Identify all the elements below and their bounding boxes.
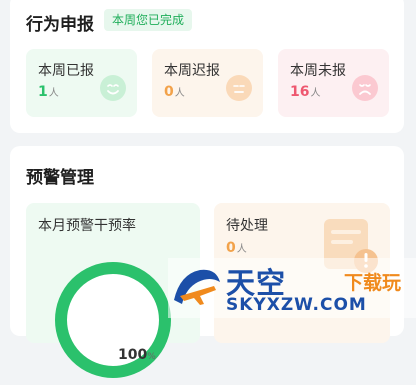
stat-late-label: 本周迟报 [164, 63, 220, 79]
stat-reported[interactable]: 本周已报 1人 [26, 49, 137, 117]
site-watermark: 天空 下载玩 SKYXZW.COM [168, 258, 416, 318]
watermark-url: SKYXZW.COM [226, 295, 367, 315]
completed-badge: 本周您已完成 [104, 9, 193, 31]
behavior-report-title: 行为申报 [26, 15, 94, 35]
stat-reported-label: 本周已报 [38, 63, 94, 79]
smile-face-icon [100, 75, 126, 101]
stat-unreported-value: 16人 [290, 84, 321, 100]
stat-reported-value: 1人 [38, 84, 59, 100]
stat-unreported-label: 本周未报 [290, 63, 346, 79]
intervention-rate-gauge [55, 262, 171, 378]
stat-unreported[interactable]: 本周未报 16人 [278, 49, 389, 117]
warning-management-title: 预警管理 [26, 168, 94, 188]
sad-face-icon [352, 75, 378, 101]
neutral-face-icon [226, 75, 252, 101]
behavior-report-card: 行为申报 本周您已完成 本周已报 1人 本周迟报 0人 本周未报 16人 [10, 0, 404, 133]
airplane-logo-icon [174, 269, 220, 305]
stat-late-value: 0人 [164, 84, 185, 100]
intervention-rate-label: 本月预警干预率 [38, 218, 136, 234]
pending-value: 0人 [226, 240, 247, 256]
stat-late[interactable]: 本周迟报 0人 [152, 49, 263, 117]
watermark-tagline: 下载玩 [344, 272, 402, 294]
intervention-rate-value: 100% [118, 347, 156, 363]
pending-label: 待处理 [226, 218, 268, 234]
